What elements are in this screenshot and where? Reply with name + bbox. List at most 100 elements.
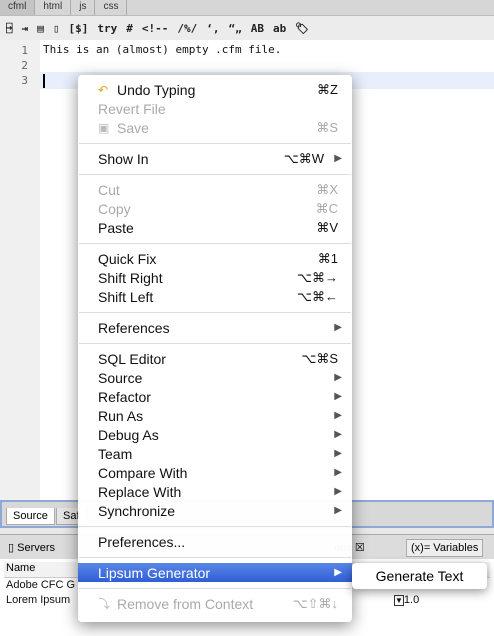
submenu-arrow-icon: ▶: [334, 429, 342, 440]
menu-item-shift-right[interactable]: Shift Right ⌥⌘→: [78, 268, 352, 287]
menu-item-label: Source: [98, 369, 143, 386]
shortcut: ⌥⌘W: [283, 150, 324, 166]
menu-item-team[interactable]: Team ▶: [78, 444, 352, 463]
menu-item-label: Preferences...: [98, 533, 186, 550]
menu-item-debug-as[interactable]: Debug As ▶: [78, 425, 352, 444]
menu-item-label: Save: [117, 119, 149, 136]
toolbar-button[interactable]: ab: [273, 22, 286, 35]
toolbar-button[interactable]: AB: [251, 22, 264, 35]
dropdown-icon[interactable]: ▼: [394, 595, 404, 606]
menu-item-label: References: [98, 319, 170, 336]
menu-item-save: ▣ Save ⌘S: [78, 118, 352, 137]
menu-item-source[interactable]: Source ▶: [78, 368, 352, 387]
toolbar-button[interactable]: ‘,: [206, 22, 219, 35]
code-line[interactable]: This is an (almost) empty .cfm file.: [43, 43, 281, 56]
menu-item-label: Replace With: [98, 483, 182, 500]
menu-item-label: Run As: [98, 407, 144, 424]
toolbar-button[interactable]: ⇥: [22, 22, 29, 35]
menu-item-label: Shift Left: [98, 288, 154, 305]
table-row[interactable]: Lorem Ipsum: [6, 594, 70, 606]
menu-separator: [78, 520, 352, 532]
remove-context-icon: ⤵: [98, 597, 111, 611]
cfml-toolbar: ⍈ ⇥ ▤ ▯ [$] try # <!-- /%/ ‘, “„ AB ab 🏷: [0, 16, 494, 40]
menu-item-label: Synchronize: [98, 502, 176, 519]
shortcut: ⌘S: [316, 119, 338, 135]
table-row[interactable]: Adobe CFC G: [6, 579, 75, 591]
menu-item-remove-from-context: ⤵ Remove from Context ⌥⇧⌘↓: [78, 594, 352, 613]
menu-item-label: Remove from Context: [117, 595, 254, 612]
menu-item-sql-editor[interactable]: SQL Editor ⌥⌘S: [78, 349, 352, 368]
tab-cfml[interactable]: cfml: [0, 0, 36, 15]
toolbar-button[interactable]: try: [97, 22, 117, 35]
menu-item-compare-with[interactable]: Compare With ▶: [78, 463, 352, 482]
menu-item-refactor[interactable]: Refactor ▶: [78, 387, 352, 406]
submenu-arrow-icon: ▶: [334, 567, 342, 578]
shortcut: ⌘1: [317, 250, 338, 266]
toolbar-button[interactable]: ▯: [53, 22, 60, 35]
toolbar-button[interactable]: ▤: [37, 22, 44, 35]
menu-item-synchronize[interactable]: Synchronize ▶: [78, 501, 352, 520]
menu-item-label: Undo Typing: [117, 81, 196, 98]
submenu-arrow-icon: ▶: [334, 391, 342, 402]
menu-separator: [78, 551, 352, 563]
shortcut: ⌥⌘S: [301, 350, 338, 366]
menu-item-show-in[interactable]: Show In ⌥⌘W ▶: [78, 149, 352, 168]
submenu-arrow-icon: ▶: [334, 372, 342, 383]
submenu-arrow-icon: ▶: [334, 448, 342, 459]
tab-html[interactable]: html: [35, 0, 72, 15]
menu-item-label: Show In: [98, 150, 149, 167]
submenu-arrow-icon: ▶: [334, 322, 342, 333]
tab-js[interactable]: js: [71, 0, 96, 15]
submenu-arrow-icon: ▶: [334, 486, 342, 497]
menu-item-paste[interactable]: Paste ⌘V: [78, 218, 352, 237]
tab-css[interactable]: css: [95, 0, 128, 15]
menu-item-label: Team: [98, 445, 133, 462]
menu-item-preferences[interactable]: Preferences...: [78, 532, 352, 551]
toolbar-button[interactable]: ⍈: [6, 22, 13, 35]
menu-item-generate-text[interactable]: Generate Text: [376, 568, 464, 584]
tab-variables[interactable]: (x)= Variables: [406, 539, 484, 557]
shortcut: ⌘Z: [317, 81, 338, 97]
menu-item-label: SQL Editor: [98, 350, 166, 367]
undo-icon: ↶: [98, 82, 109, 97]
menu-separator: [78, 168, 352, 180]
menu-item-label: Refactor: [98, 388, 151, 405]
menu-item-undo-typing[interactable]: ↶ Undo Typing ⌘Z: [78, 80, 352, 99]
menu-item-label: Copy: [98, 200, 131, 217]
toolbar-button[interactable]: #: [126, 22, 133, 35]
menu-item-quick-fix[interactable]: Quick Fix ⌘1: [78, 249, 352, 268]
version-cell[interactable]: ▼1.0: [394, 594, 419, 606]
menu-item-label: Paste: [98, 219, 134, 236]
menu-item-shift-left[interactable]: Shift Left ⌥⌘←: [78, 287, 352, 306]
toolbar-button[interactable]: 🏷: [295, 22, 309, 35]
shortcut: ⌘C: [315, 200, 338, 216]
close-icon[interactable]: ☒: [355, 542, 365, 554]
submenu-arrow-icon: ▶: [334, 153, 342, 164]
menu-item-replace-with[interactable]: Replace With ▶: [78, 482, 352, 501]
shortcut: ⌘X: [316, 181, 338, 197]
text-caret: [43, 74, 45, 88]
column-name[interactable]: Name: [4, 562, 35, 574]
shortcut: ⌥⇧⌘↓: [292, 595, 338, 611]
menu-item-lipsum-generator[interactable]: Lipsum Generator ▶: [78, 563, 352, 582]
menu-item-label: Shift Right: [98, 269, 163, 286]
tab-servers[interactable]: ▯ Servers: [4, 539, 59, 556]
toolbar-button[interactable]: “„: [229, 22, 242, 35]
toolbar-button[interactable]: /%/: [177, 22, 197, 35]
menu-item-label: Lipsum Generator: [98, 564, 211, 581]
toolbar-button[interactable]: <!--: [142, 22, 169, 35]
submenu-arrow-icon: ▶: [334, 505, 342, 516]
menu-separator: [78, 582, 352, 594]
menu-item-references[interactable]: References ▶: [78, 318, 352, 337]
menu-item-label: Debug As: [98, 426, 159, 443]
toolbar-button[interactable]: [$]: [69, 22, 89, 35]
lipsum-submenu: Generate Text: [352, 563, 487, 589]
menu-separator: [78, 306, 352, 318]
line-number-gutter: 1 2 3: [0, 40, 40, 500]
tab-source[interactable]: Source: [6, 508, 55, 525]
shortcut: ⌥⌘→: [297, 269, 338, 285]
menu-item-run-as[interactable]: Run As ▶: [78, 406, 352, 425]
shortcut: ⌘V: [316, 219, 338, 235]
context-menu: ↶ Undo Typing ⌘Z Revert File ▣ Save ⌘S Show In ⌥…: [78, 75, 352, 622]
menu-separator: [78, 137, 352, 149]
